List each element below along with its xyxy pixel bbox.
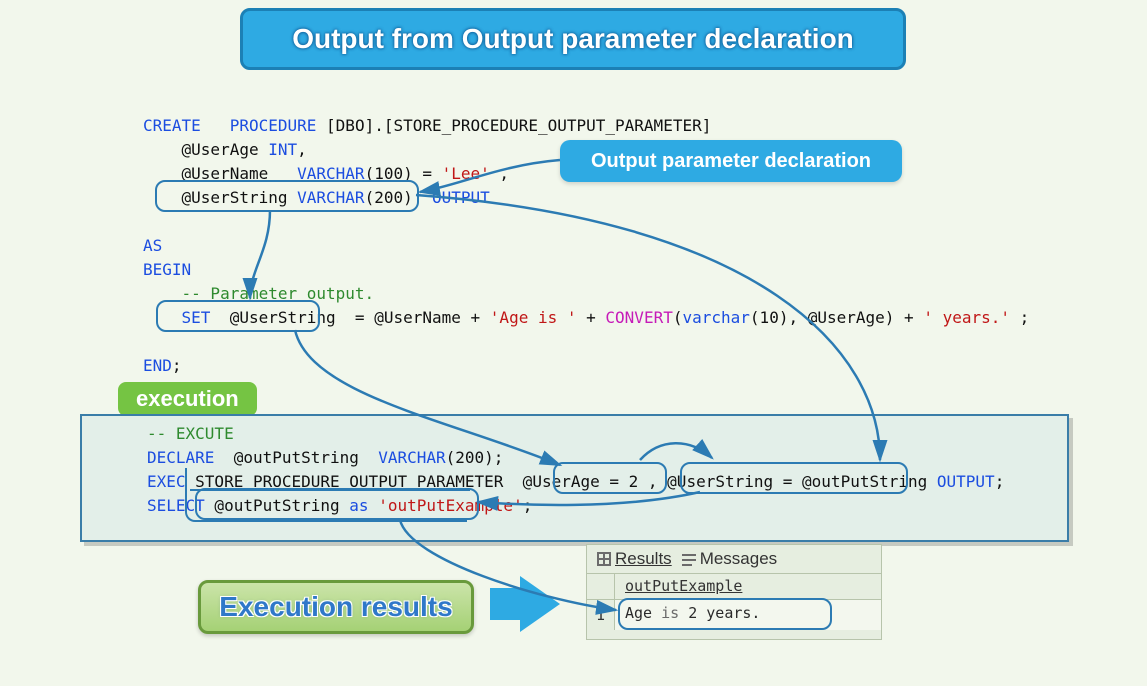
set-b: + — [577, 308, 606, 327]
execution-results-banner: Execution results — [198, 580, 474, 634]
outline-exec-userstring — [553, 462, 667, 494]
title-banner: Output from Output parameter declaration — [240, 8, 906, 70]
blank1 — [143, 212, 153, 231]
execution-results-text: Execution results — [219, 591, 452, 623]
proc-name: [DBO].[STORE_PROCEDURE_OUTPUT_PARAMETER] — [316, 116, 711, 135]
outline-exec-outputstring — [680, 462, 908, 494]
callout-output-declaration: Output parameter declaration — [560, 140, 902, 182]
sel-c: ; — [523, 496, 533, 515]
grid-corner — [587, 574, 615, 600]
tag-execution-text: execution — [136, 386, 239, 411]
set-d: (10), @UserAge) + — [750, 308, 923, 327]
outline-result-cell — [618, 598, 832, 630]
cmt-excute: -- EXCUTE — [147, 424, 234, 443]
kw-output: OUTPUT — [432, 188, 490, 207]
str-lee: 'Lee' — [442, 164, 490, 183]
results-tabs: Results Messages — [587, 545, 881, 574]
kw-begin: BEGIN — [143, 260, 191, 279]
blank2 — [143, 332, 153, 351]
title-text: Output from Output parameter declaration — [292, 23, 854, 55]
end-semi: ; — [172, 356, 182, 375]
kw-as: AS — [143, 236, 162, 255]
kw-int: INT — [268, 140, 297, 159]
grid-icon — [597, 552, 611, 566]
block-arrow-icon — [490, 576, 560, 632]
tab-results-label: Results — [615, 549, 672, 569]
outline-exec-select — [195, 488, 479, 520]
callout-output-declaration-text: Output parameter declaration — [591, 150, 871, 173]
kw-procedure: PROCEDURE — [230, 116, 317, 135]
set-e: ; — [1010, 308, 1029, 327]
tab-messages-label: Messages — [700, 549, 777, 569]
messages-icon — [682, 552, 696, 566]
decl-a: @outPutString — [214, 448, 378, 467]
str-ageis: 'Age is ' — [490, 308, 577, 327]
p2-suf: , — [490, 164, 509, 183]
kw-exec-output: OUTPUT — [937, 472, 995, 491]
tab-messages[interactable]: Messages — [682, 549, 777, 569]
decl-b: (200); — [446, 448, 504, 467]
kw-decl-varchar: VARCHAR — [378, 448, 445, 467]
str-years: ' years.' — [923, 308, 1010, 327]
kw-end: END — [143, 356, 172, 375]
kw-exec: EXEC — [147, 472, 186, 491]
kw-varchar10: varchar — [682, 308, 749, 327]
p1-suf: , — [297, 140, 307, 159]
exec-b: ; — [995, 472, 1005, 491]
outline-set-userstring — [156, 300, 320, 332]
fn-convert: CONVERT — [605, 308, 672, 327]
grid-row-header: 1 — [587, 600, 615, 630]
kw-create: CREATE — [143, 116, 201, 135]
tag-execution: execution — [118, 382, 257, 416]
kw-declare: DECLARE — [147, 448, 214, 467]
p1-pre: @UserAge — [143, 140, 268, 159]
outline-output-param — [155, 180, 419, 212]
grid-column-header: outPutExample — [615, 574, 881, 600]
tab-results[interactable]: Results — [597, 549, 672, 569]
